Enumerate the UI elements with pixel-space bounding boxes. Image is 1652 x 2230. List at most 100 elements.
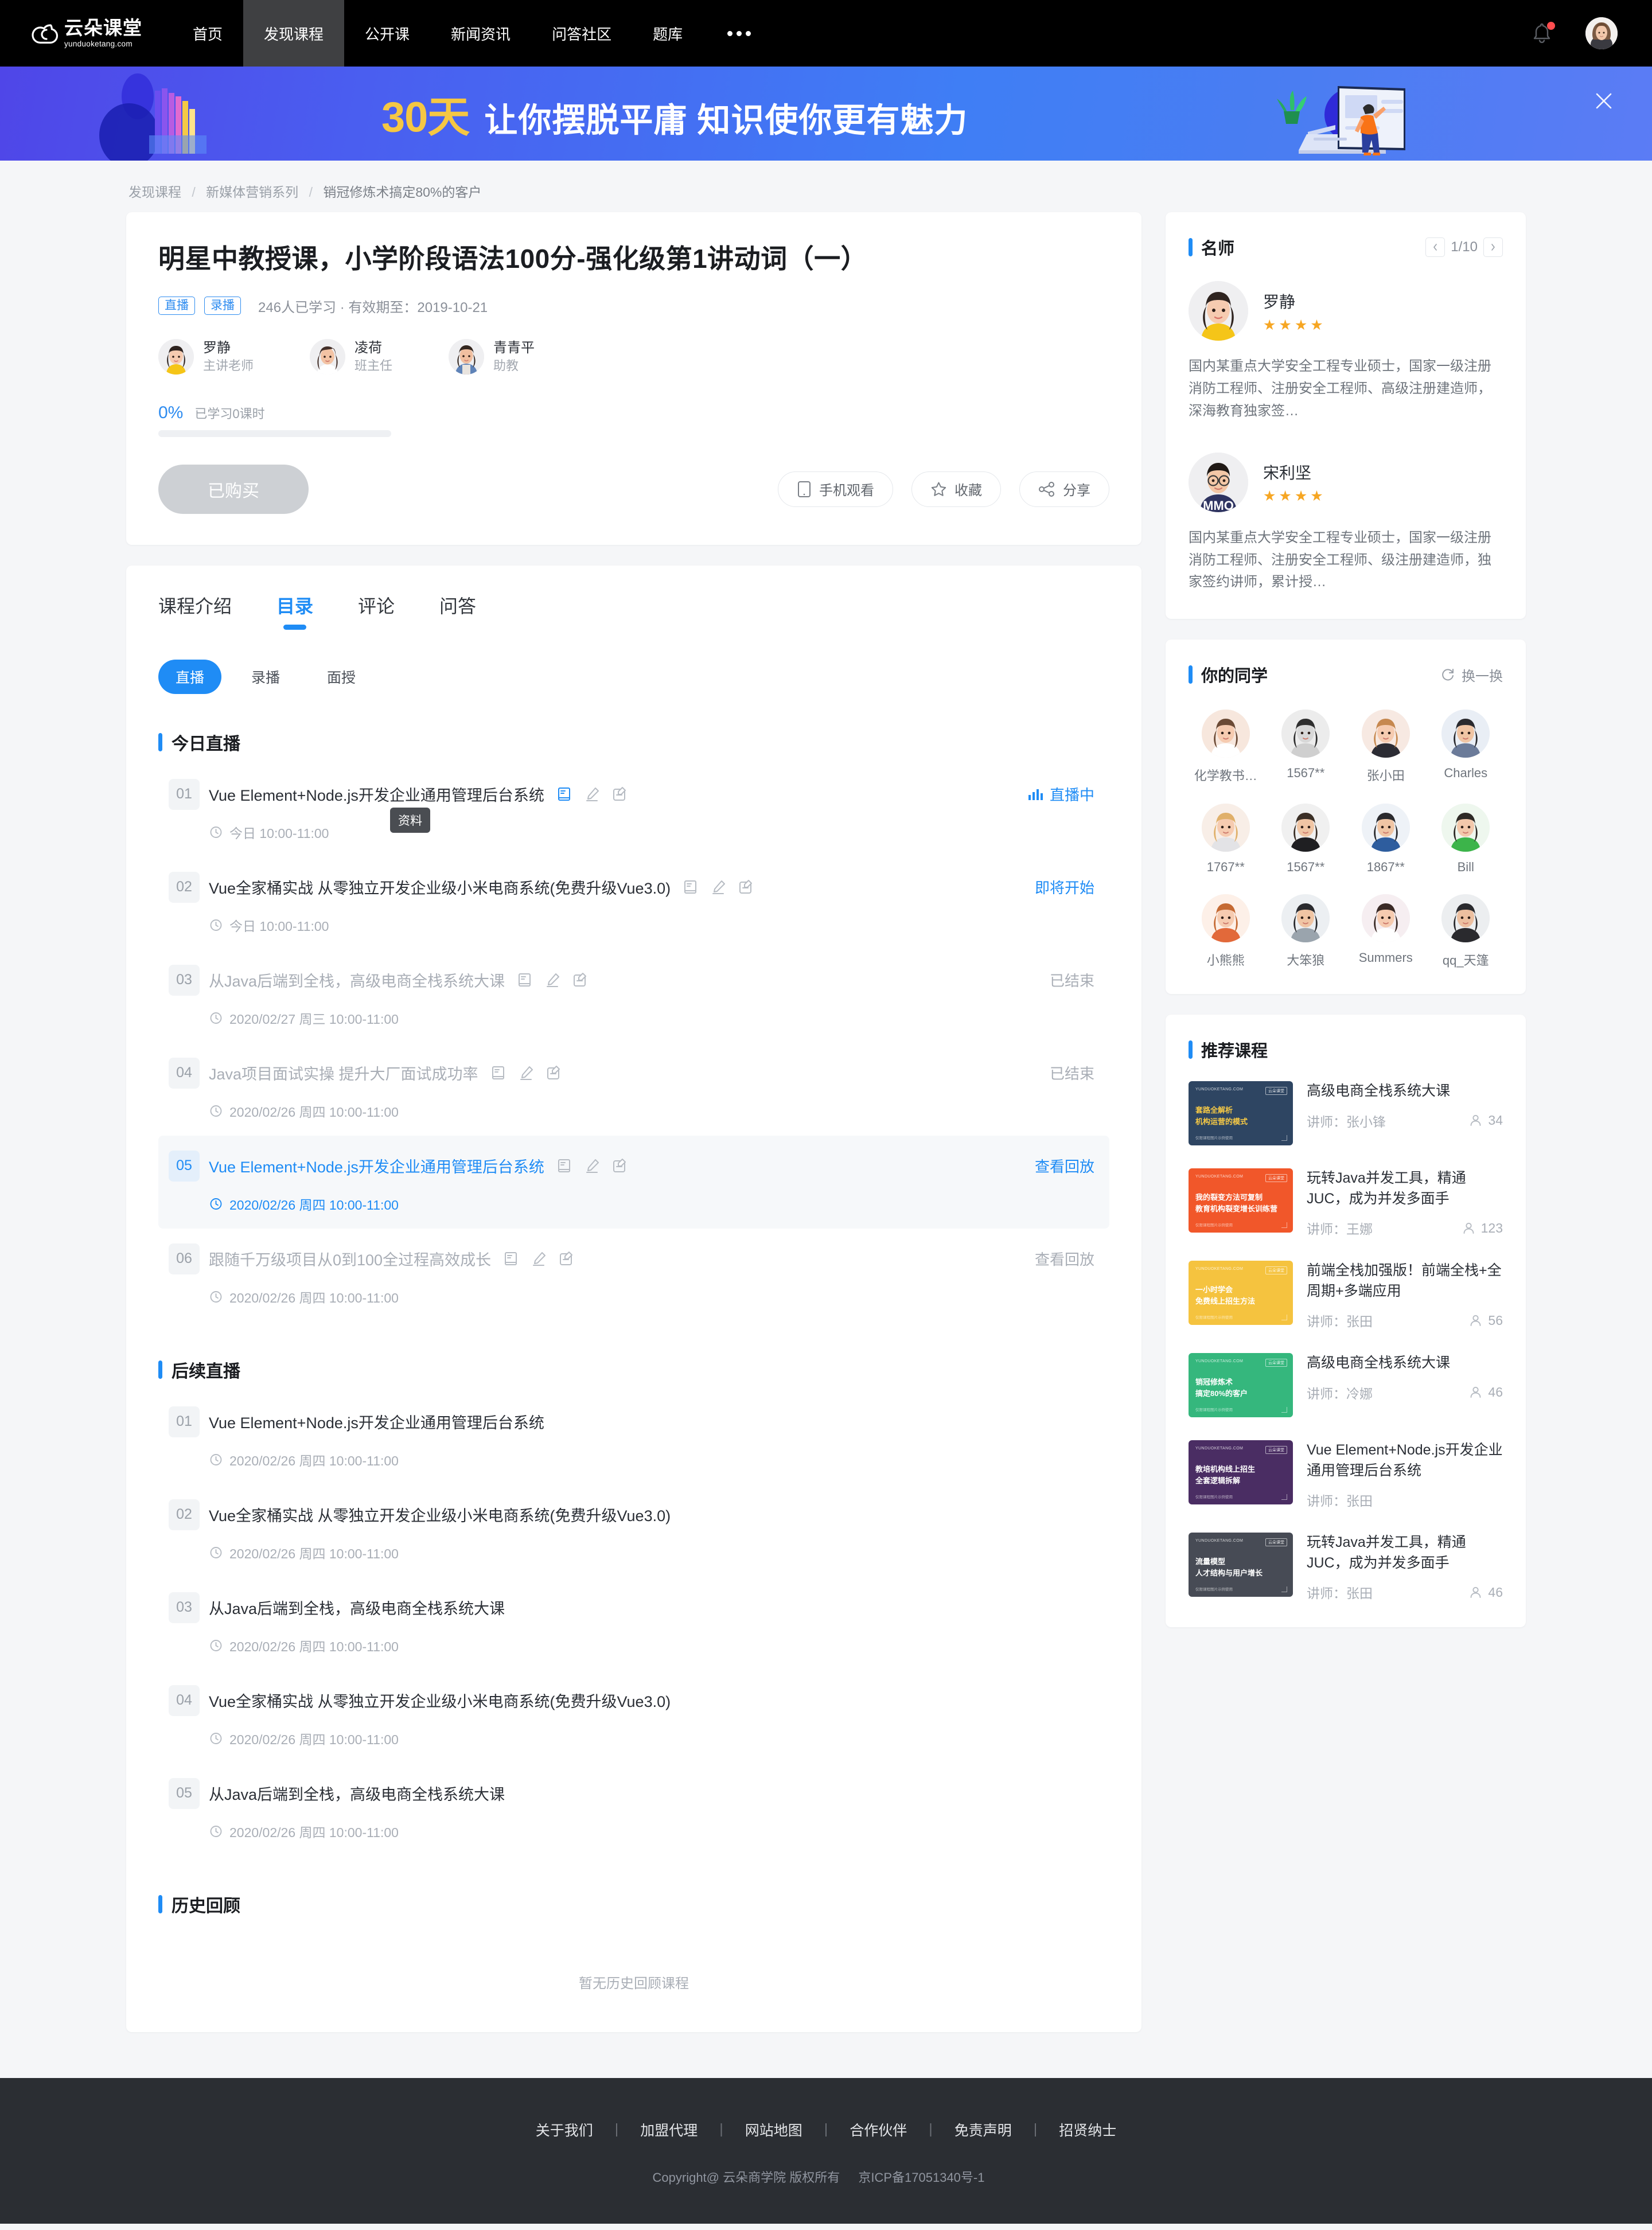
homework-icon[interactable] bbox=[710, 879, 727, 896]
lesson-status[interactable]: 已结束 bbox=[1050, 969, 1094, 991]
lesson-row[interactable]: 04 Java项目面试实操 提升大厂面试成功率 已结束 2020/02/26 周四 1… bbox=[158, 1043, 1109, 1136]
lesson-title[interactable]: 从Java后端到全栈，高级电商全栈系统大课 bbox=[209, 1596, 505, 1619]
recommended-course-title[interactable]: 高级电商全栈系统大课 bbox=[1307, 1353, 1503, 1374]
recommended-course-title[interactable]: 高级电商全栈系统大课 bbox=[1307, 1081, 1503, 1102]
lesson-status[interactable]: 即将开始 bbox=[1035, 876, 1094, 898]
classmate-item[interactable]: 1567** bbox=[1269, 804, 1343, 875]
famous-teacher-item[interactable]: MMO 宋利坚 ★ ★ ★ ★ 国内某重点大学安全工程专业硕士，国家一级注册消防… bbox=[1189, 452, 1503, 594]
material-icon[interactable] bbox=[490, 1065, 507, 1082]
nav-item-discover-courses[interactable]: 发现课程 bbox=[243, 0, 345, 67]
recommended-course-title[interactable]: Vue Element+Node.js开发企业通用管理后台系统 bbox=[1307, 1440, 1503, 1481]
classmate-item[interactable]: Summers bbox=[1349, 894, 1423, 969]
nav-item-question-bank[interactable]: 题库 bbox=[632, 0, 703, 67]
favorite-button[interactable]: 收藏 bbox=[911, 471, 1001, 507]
nav-item-news[interactable]: 新闻资讯 bbox=[430, 0, 531, 67]
course-teacher-item[interactable]: 罗静 主讲老师 bbox=[158, 338, 254, 375]
classmate-item[interactable]: Charles bbox=[1429, 709, 1503, 784]
lesson-row[interactable]: 05 从Java后端到全栈，高级电商全栈系统大课 2020/02/26 周四 10:… bbox=[158, 1763, 1109, 1856]
lesson-title[interactable]: Java项目面试实操 提升大厂面试成功率 bbox=[209, 1062, 478, 1084]
material-icon[interactable] bbox=[502, 1250, 520, 1268]
lesson-title[interactable]: Vue Element+Node.js开发企业通用管理后台系统 bbox=[209, 1155, 544, 1177]
lesson-title[interactable]: 从Java后端到全栈，高级电商全栈系统大课 bbox=[209, 1782, 505, 1804]
tab-qa[interactable]: 问答 bbox=[439, 592, 476, 630]
footer-link[interactable]: 关于我们 bbox=[514, 2119, 615, 2140]
recommended-course-item[interactable]: YUNDUOKETANG.COM 云朵课堂 一小时学会 免费线上招生方法 仅限课程图片示… bbox=[1189, 1261, 1503, 1330]
lesson-status[interactable]: 查看回放 bbox=[1035, 1155, 1094, 1176]
breadcrumb-item-0[interactable]: 发现课程 bbox=[128, 185, 181, 200]
banner-close-button[interactable] bbox=[1591, 88, 1616, 114]
lesson-status[interactable]: 查看回放 bbox=[1035, 1248, 1094, 1269]
recommended-course-item[interactable]: YUNDUOKETANG.COM 云朵课堂 套路全解析 机构运营的模式 仅限课程图片示例… bbox=[1189, 1081, 1503, 1146]
lesson-title[interactable]: 跟随千万级项目从0到100全过程高效成长 bbox=[209, 1247, 491, 1270]
homework-icon[interactable] bbox=[583, 786, 601, 803]
subtab-live[interactable]: 直播 bbox=[158, 659, 222, 694]
site-logo[interactable]: 云朵课堂 yunduoketang.com bbox=[0, 0, 172, 67]
classmate-item[interactable]: Bill bbox=[1429, 804, 1503, 875]
lesson-title[interactable]: Vue全家桶实战 从零独立开发企业级小米电商系统(免费升级Vue3.0) bbox=[209, 1503, 671, 1526]
classmates-refresh-button[interactable]: 换一换 bbox=[1440, 665, 1503, 685]
exam-icon[interactable] bbox=[611, 786, 628, 803]
subtab-offline[interactable]: 面授 bbox=[310, 660, 373, 694]
recommended-course-item[interactable]: YUNDUOKETANG.COM 云朵课堂 销冠修炼术 搞定80%的客户 仅限课程图片示… bbox=[1189, 1353, 1503, 1418]
material-icon[interactable] bbox=[556, 786, 573, 803]
lesson-title[interactable]: Vue全家桶实战 从零独立开发企业级小米电商系统(免费升级Vue3.0) bbox=[209, 1689, 671, 1712]
homework-icon[interactable] bbox=[517, 1065, 535, 1082]
exam-icon[interactable] bbox=[611, 1157, 628, 1175]
lesson-title[interactable]: 从Java后端到全栈，高级电商全栈系统大课 bbox=[209, 969, 505, 991]
user-avatar-button[interactable] bbox=[1585, 17, 1618, 49]
subtab-recorded[interactable]: 录播 bbox=[234, 660, 297, 694]
share-button[interactable]: 分享 bbox=[1019, 471, 1109, 507]
exam-icon[interactable] bbox=[737, 879, 754, 896]
lesson-row[interactable]: 05 Vue Element+Node.js开发企业通用管理后台系统 查看回放 202… bbox=[158, 1135, 1109, 1229]
recommended-course-item[interactable]: YUNDUOKETANG.COM 云朵课堂 我的裂变方法可复制 教育机构裂变增长训练营… bbox=[1189, 1168, 1503, 1238]
lesson-row[interactable]: 02 Vue全家桶实战 从零独立开发企业级小米电商系统(免费升级Vue3.0) 20… bbox=[158, 1484, 1109, 1577]
lesson-status[interactable]: 已结束 bbox=[1050, 1062, 1094, 1083]
recommended-course-item[interactable]: YUNDUOKETANG.COM 云朵课堂 流量模型 人才结构与用户增长 仅限课程图片示… bbox=[1189, 1533, 1503, 1602]
classmate-item[interactable]: 1567** bbox=[1269, 709, 1343, 784]
footer-link[interactable]: 加盟代理 bbox=[618, 2119, 719, 2140]
material-icon[interactable] bbox=[556, 1157, 573, 1175]
lesson-row[interactable]: 04 Vue全家桶实战 从零独立开发企业级小米电商系统(免费升级Vue3.0) 20… bbox=[158, 1670, 1109, 1763]
teachers-prev-button[interactable] bbox=[1425, 237, 1446, 257]
classmate-item[interactable]: 张小田 bbox=[1349, 709, 1423, 784]
lesson-status[interactable]: 直播中 bbox=[1027, 783, 1094, 805]
footer-link[interactable]: 网站地图 bbox=[723, 2119, 824, 2140]
exam-icon[interactable] bbox=[558, 1250, 575, 1268]
homework-icon[interactable] bbox=[583, 1157, 601, 1175]
breadcrumb-item-1[interactable]: 新媒体营销系列 bbox=[206, 185, 298, 200]
classmate-item[interactable]: 化学教书… bbox=[1189, 709, 1263, 784]
homework-icon[interactable] bbox=[544, 972, 561, 989]
homework-icon[interactable] bbox=[530, 1250, 547, 1268]
classmate-item[interactable]: qq_天篷 bbox=[1429, 894, 1503, 969]
famous-teacher-item[interactable]: 罗静 ★ ★ ★ ★ 国内某重点大学安全工程专业硕士，国家一级注册消防工程师、注… bbox=[1189, 281, 1503, 423]
purchased-button[interactable]: 已购买 bbox=[158, 464, 309, 514]
lesson-row[interactable]: 01 Vue Element+Node.js开发企业通用管理后台系统 直播中 今日 1… bbox=[158, 764, 1109, 857]
footer-link[interactable]: 免责声明 bbox=[933, 2119, 1034, 2140]
lesson-row[interactable]: 06 跟随千万级项目从0到100全过程高效成长 查看回放 2020/02/26 周四 … bbox=[158, 1229, 1109, 1321]
material-icon[interactable] bbox=[682, 879, 699, 896]
lesson-title[interactable]: Vue全家桶实战 从零独立开发企业级小米电商系统(免费升级Vue3.0) bbox=[209, 876, 671, 898]
recommended-course-item[interactable]: YUNDUOKETANG.COM 云朵课堂 教培机构线上招生 全套逻辑拆解 仅限课程图片… bbox=[1189, 1440, 1503, 1510]
classmate-item[interactable]: 1767** bbox=[1189, 804, 1263, 875]
lesson-row[interactable]: 03 从Java后端到全栈，高级电商全栈系统大课 已结束 2020/02/27 周三 … bbox=[158, 950, 1109, 1043]
footer-link[interactable]: 合作伙伴 bbox=[828, 2119, 929, 2140]
nav-item-qa-community[interactable]: 问答社区 bbox=[531, 0, 632, 67]
tab-course-intro[interactable]: 课程介绍 bbox=[158, 592, 232, 630]
exam-icon[interactable] bbox=[545, 1065, 562, 1082]
classmate-item[interactable]: 1867** bbox=[1349, 804, 1423, 875]
material-icon[interactable] bbox=[516, 972, 533, 989]
lesson-title[interactable]: Vue Element+Node.js开发企业通用管理后台系统 bbox=[209, 1410, 544, 1433]
teachers-next-button[interactable] bbox=[1483, 237, 1503, 257]
nav-item-home[interactable]: 首页 bbox=[172, 0, 243, 67]
recommended-course-title[interactable]: 玩转Java并发工具，精通JUC，成为并发多面手 bbox=[1307, 1168, 1503, 1209]
recommended-course-title[interactable]: 前端全栈加强版！前端全栈+全周期+多端应用 bbox=[1307, 1261, 1503, 1301]
promo-banner[interactable]: 30天 让你摆脱平庸 知识使你更有魅力 bbox=[0, 67, 1652, 161]
classmate-item[interactable]: 大笨狼 bbox=[1269, 894, 1343, 969]
lesson-row[interactable]: 01 Vue Element+Node.js开发企业通用管理后台系统 2020/02… bbox=[158, 1391, 1109, 1484]
watch-on-mobile-button[interactable]: 手机观看 bbox=[778, 471, 893, 507]
lesson-row[interactable]: 03 从Java后端到全栈，高级电商全栈系统大课 2020/02/26 周四 10:… bbox=[158, 1577, 1109, 1670]
tab-catalog[interactable]: 目录 bbox=[276, 592, 313, 630]
notification-bell-button[interactable] bbox=[1530, 21, 1555, 45]
tab-comments[interactable]: 评论 bbox=[358, 592, 395, 630]
lesson-title[interactable]: Vue Element+Node.js开发企业通用管理后台系统 bbox=[209, 783, 544, 805]
